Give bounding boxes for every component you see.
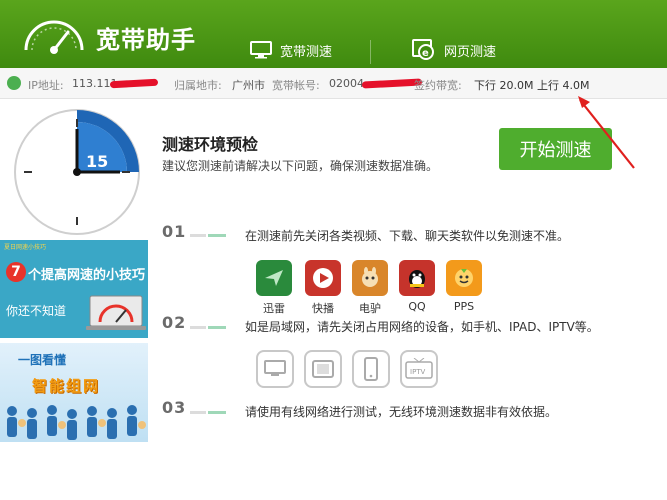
step-line-green: [208, 411, 226, 414]
tablet-icon: [304, 350, 342, 388]
account-label: 宽带帐号:: [272, 79, 320, 92]
monitor-icon: [256, 350, 294, 388]
app-label: 电驴: [359, 302, 381, 315]
tab-broadband-speed[interactable]: 宽带测速: [250, 36, 332, 64]
step-number: 03: [162, 398, 187, 417]
iptv-text: IPTV: [410, 368, 426, 376]
people-crowd-icon: [7, 405, 146, 440]
kuaibo-play-icon: [305, 260, 341, 296]
app-label: PPS: [453, 300, 475, 313]
step-line-green: [208, 234, 226, 237]
app-title: 宽带助手: [96, 26, 196, 54]
qq-penguin-icon: [399, 260, 435, 296]
step-number: 01: [162, 222, 187, 241]
iptv-icon: IPTV: [400, 350, 438, 388]
step-line-green: [208, 326, 226, 329]
app-header: 宽带助手 宽带测速 e 网页测速: [0, 0, 667, 68]
tips-number-badge: 7: [6, 262, 26, 282]
app-label: 迅雷: [263, 302, 285, 315]
test-title: 测速环境预检: [162, 135, 259, 154]
user-status-icon: [7, 76, 21, 90]
tab-web-speed[interactable]: e 网页测速: [412, 36, 496, 64]
countdown-clock: 15: [14, 109, 140, 235]
bandwidth-value: 下行 20.0M 上行 4.0M: [474, 79, 590, 92]
speed-gauge-logo-icon: [24, 20, 84, 54]
tab-label: 宽带测速: [280, 44, 333, 60]
tab-label: 网页测速: [444, 44, 497, 60]
xunlei-bird-icon: [256, 260, 292, 296]
step-text: 在测速前先关闭各类视频、下载、聊天类软件以免测速不准。: [245, 229, 570, 243]
location-label: 归属地市:: [174, 79, 222, 92]
browser-e-icon: e: [412, 39, 434, 60]
pps-icon: [446, 260, 482, 296]
clock-value: 15: [86, 152, 108, 171]
laptop-gauge-icon: [86, 295, 146, 330]
redaction-mark: [109, 78, 159, 89]
account-info-bar: IP地址: 113.111. 归属地市: 广州市 宽带帐号: 02004 签约带…: [0, 68, 667, 99]
monitor-icon: [250, 41, 272, 59]
step-line-gray: [190, 411, 206, 414]
banner-title: 一图看懂: [18, 353, 67, 367]
network-tips-banner[interactable]: 夏日网速小技巧 7 个提高网速的小技巧 你还不知道: [0, 240, 148, 338]
banner-subtitle: 智能组网: [32, 377, 101, 395]
step-text: 如是局域网，请先关闭占用网络的设备，如手机、IPAD、IPTV等。: [245, 320, 599, 334]
smart-network-banner[interactable]: 一图看懂 智能组网: [0, 343, 148, 442]
banner-topline: 夏日网速小技巧: [4, 244, 47, 251]
emule-donkey-icon: [352, 260, 388, 296]
phone-icon: [352, 350, 390, 388]
bandwidth-label: 签约带宽:: [414, 79, 462, 92]
account-value: 02004: [329, 77, 364, 90]
svg-text:e: e: [422, 48, 429, 59]
tips-title: 个提高网速的小技巧: [28, 268, 146, 283]
app-label: QQ: [408, 300, 426, 313]
step-line-gray: [190, 326, 206, 329]
nav-divider: [370, 40, 371, 64]
tips-subtitle: 你还不知道: [6, 304, 67, 318]
step-text: 请使用有线网络进行测试，无线环境测速数据非有效依据。: [245, 405, 558, 419]
step-number: 02: [162, 313, 187, 332]
test-description: 建议您测速前请解决以下问题，确保测速数据准确。: [162, 159, 439, 173]
red-arrow-annotation: [578, 96, 635, 169]
app-label: 快播: [312, 302, 334, 315]
step-line-gray: [190, 234, 206, 237]
ip-label: IP地址:: [28, 79, 64, 92]
location-value: 广州市: [232, 79, 265, 92]
